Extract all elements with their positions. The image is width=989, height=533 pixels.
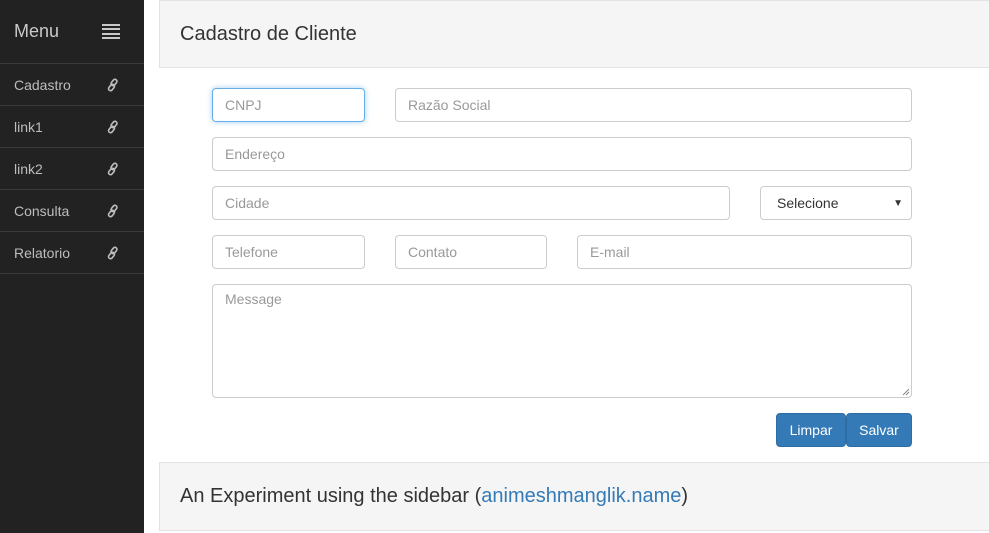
- sidebar-item-relatorio[interactable]: Relatorio: [0, 232, 144, 274]
- page-title: Cadastro de Cliente: [180, 22, 357, 45]
- sidebar-item-label: Consulta: [14, 202, 70, 219]
- footer-panel: An Experiment using the sidebar (animesh…: [159, 462, 989, 531]
- sidebar-item-cadastro[interactable]: Cadastro: [0, 64, 144, 106]
- message-wrapper: [212, 284, 912, 398]
- sidebar-item-label: Cadastro: [14, 76, 71, 93]
- sidebar-title: Menu: [14, 21, 60, 41]
- menu-toggle-icon[interactable]: [102, 23, 120, 40]
- footer-text: An Experiment using the sidebar (: [180, 485, 482, 507]
- sidebar-item-label: Relatorio: [14, 244, 71, 261]
- caret-down-icon: ▼: [893, 197, 903, 209]
- clear-button[interactable]: Limpar: [776, 413, 846, 447]
- sidebar-item-label: link2: [14, 160, 43, 177]
- email-input[interactable]: [577, 235, 912, 269]
- sidebar-item-label: link1: [14, 118, 43, 135]
- link-icon: [106, 246, 120, 260]
- link-icon: [106, 78, 120, 92]
- sidebar-item-link2[interactable]: link2: [0, 148, 144, 190]
- footer-heading: An Experiment using the sidebar (animesh…: [180, 485, 688, 508]
- sidebar-item-consulta[interactable]: Consulta: [0, 190, 144, 232]
- link-icon: [106, 120, 120, 134]
- endereco-input[interactable]: [212, 137, 912, 171]
- cnpj-input[interactable]: [212, 88, 365, 122]
- cidade-input[interactable]: [212, 186, 730, 220]
- contato-input[interactable]: [395, 235, 547, 269]
- razao-social-input[interactable]: [395, 88, 912, 122]
- link-icon: [106, 162, 120, 176]
- author-link[interactable]: animeshmanglik.name: [481, 485, 681, 507]
- save-button[interactable]: Salvar: [846, 413, 912, 447]
- sidebar-item-link1[interactable]: link1: [0, 106, 144, 148]
- sidebar-header: Menu: [0, 0, 144, 64]
- form-header-panel: Cadastro de Cliente: [159, 0, 989, 68]
- resize-grip-icon[interactable]: [902, 388, 910, 396]
- estado-select[interactable]: Selecione ▼: [760, 186, 912, 220]
- telefone-input[interactable]: [212, 235, 365, 269]
- link-icon: [106, 204, 120, 218]
- footer-text-end: ): [681, 485, 689, 507]
- sidebar: Menu Cadastro link1 link2 Consulta Relat…: [0, 0, 144, 533]
- message-textarea[interactable]: [212, 284, 912, 398]
- select-value: Selecione: [777, 195, 839, 211]
